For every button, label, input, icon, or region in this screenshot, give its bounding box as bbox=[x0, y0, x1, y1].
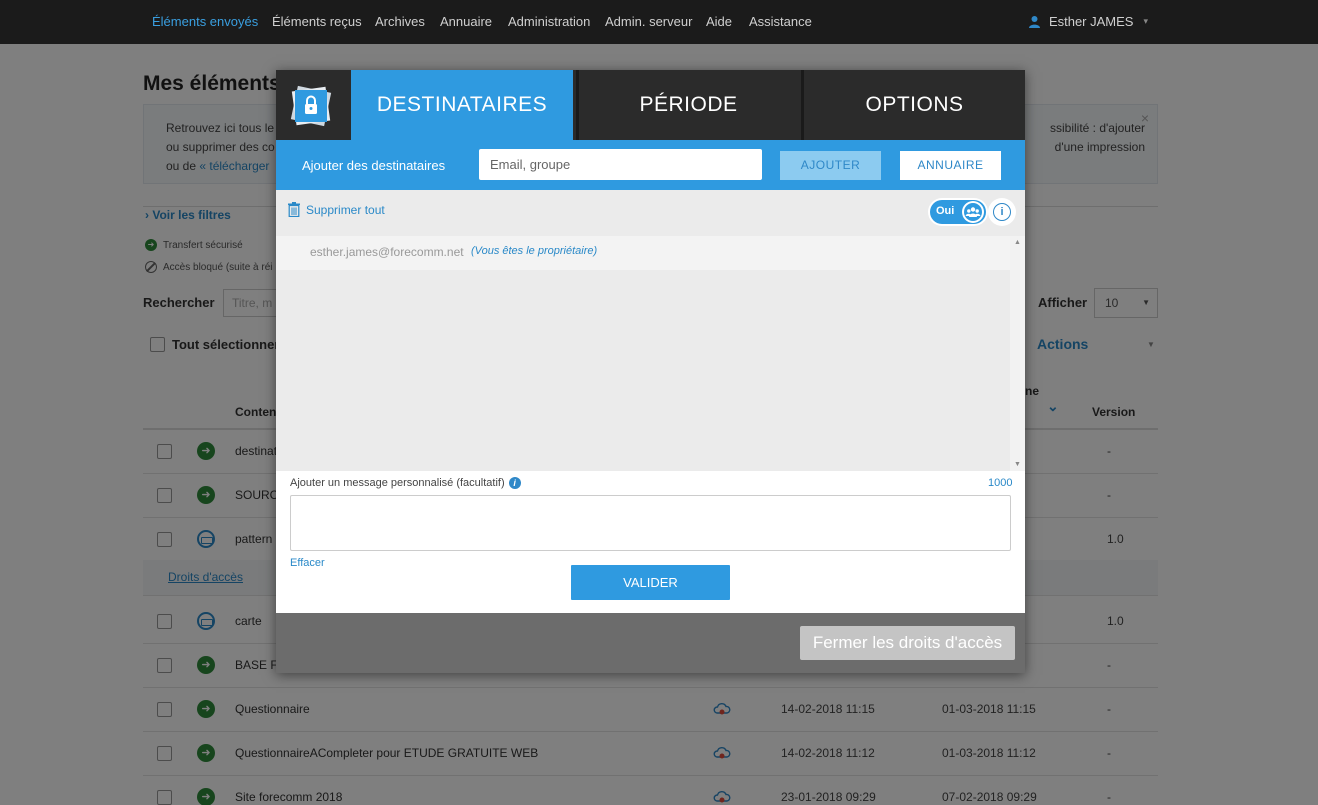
nav-item-help[interactable]: Aide bbox=[706, 14, 732, 29]
chevron-down-icon: ▾ bbox=[1143, 16, 1148, 26]
nav-item-server-admin[interactable]: Admin. serveur bbox=[605, 14, 692, 29]
top-nav: Éléments envoyés Éléments reçus Archives… bbox=[0, 0, 1318, 44]
add-button[interactable]: AJOUTER bbox=[780, 151, 881, 180]
trash-icon bbox=[288, 202, 300, 217]
info-icon[interactable]: i bbox=[508, 477, 521, 489]
validate-button[interactable]: VALIDER bbox=[571, 565, 730, 600]
lock-logo-icon bbox=[290, 85, 332, 127]
modal-footer: Fermer les droits d'accès bbox=[276, 613, 1025, 673]
tab-period[interactable]: PÉRIODE bbox=[576, 70, 798, 140]
user-name: Esther JAMES bbox=[1048, 14, 1134, 29]
modal-tabs: DESTINATAIRES PÉRIODE OPTIONS bbox=[276, 70, 1025, 140]
group-icon bbox=[964, 203, 982, 221]
add-recipients-bar: Ajouter des destinataires Email, groupe … bbox=[276, 140, 1025, 190]
tab-options[interactable]: OPTIONS bbox=[801, 70, 1025, 140]
owner-note: (Vous êtes le propriétaire) bbox=[471, 245, 598, 257]
scroll-down-icon[interactable]: ▼ bbox=[1014, 461, 1021, 468]
close-access-rights-button[interactable]: Fermer les droits d'accès bbox=[800, 626, 1015, 660]
add-recipients-label: Ajouter des destinataires bbox=[302, 158, 446, 173]
list-item: esther.james@forecomm.net (Vous êtes le … bbox=[276, 236, 1010, 270]
group-toggle[interactable]: Oui bbox=[928, 198, 988, 226]
nav-item-administration[interactable]: Administration bbox=[508, 14, 590, 29]
user-menu[interactable]: Esther JAMES ▾ bbox=[1028, 14, 1148, 29]
email-input[interactable]: Email, groupe bbox=[479, 149, 762, 180]
nav-item-sent[interactable]: Éléments envoyés bbox=[152, 14, 258, 29]
toggle-label: Oui bbox=[936, 205, 955, 217]
nav-item-directory[interactable]: Annuaire bbox=[440, 14, 492, 29]
app-logo bbox=[276, 70, 348, 140]
recipients-list: esther.james@forecomm.net (Vous êtes le … bbox=[276, 236, 1010, 471]
info-icon: i bbox=[993, 203, 1011, 221]
access-rights-modal: DESTINATAIRES PÉRIODE OPTIONS Ajouter de… bbox=[276, 70, 1025, 673]
toggle-track: Oui bbox=[930, 200, 986, 224]
directory-button[interactable]: ANNUAIRE bbox=[900, 151, 1001, 180]
message-textarea[interactable] bbox=[290, 495, 1011, 551]
nav-item-archives[interactable]: Archives bbox=[375, 14, 425, 29]
message-label: Ajouter un message personnalisé (faculta… bbox=[290, 477, 521, 489]
nav-item-assistance[interactable]: Assistance bbox=[749, 14, 812, 29]
nav-item-received[interactable]: Éléments reçus bbox=[272, 14, 362, 29]
scroll-up-icon[interactable]: ▲ bbox=[1014, 239, 1021, 246]
clear-link[interactable]: Effacer bbox=[290, 557, 325, 569]
tab-recipients[interactable]: DESTINATAIRES bbox=[351, 70, 573, 140]
user-icon bbox=[1028, 16, 1040, 28]
owner-email: esther.james@forecomm.net bbox=[310, 245, 464, 259]
recipients-toolbar: Supprimer tout Oui i bbox=[276, 190, 1025, 236]
info-button[interactable]: i bbox=[988, 198, 1016, 226]
delete-all-button[interactable]: Supprimer tout bbox=[288, 202, 385, 217]
scrollbar[interactable]: ▲ ▼ bbox=[1010, 236, 1025, 471]
message-char-count: 1000 bbox=[988, 477, 1013, 489]
toggle-knob bbox=[962, 201, 984, 223]
